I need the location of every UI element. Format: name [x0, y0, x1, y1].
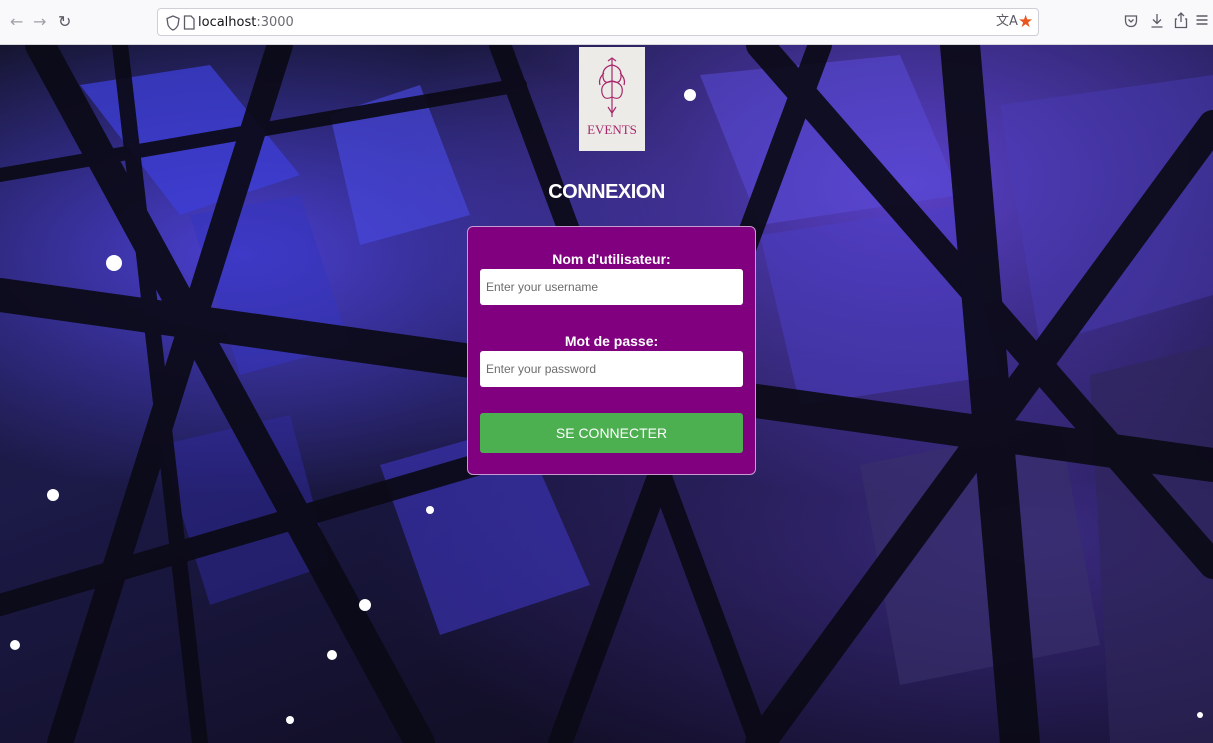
username-label: Nom d'utilisateur: — [552, 251, 671, 267]
back-icon[interactable]: ← — [10, 12, 23, 32]
forward-icon[interactable]: → — [33, 12, 46, 32]
browser-toolbar: ← → ↻ localhost:3000 文A ★ — [0, 0, 1213, 45]
username-input[interactable] — [480, 269, 743, 305]
events-logo: EVENTS — [579, 47, 645, 151]
login-button[interactable]: SE CONNECTER — [480, 413, 743, 453]
password-input[interactable] — [480, 351, 743, 387]
translate-icon[interactable]: 文A — [996, 12, 1018, 32]
menu-icon[interactable] — [1196, 14, 1208, 26]
reload-icon[interactable]: ↻ — [58, 12, 71, 32]
download-icon[interactable] — [1150, 13, 1164, 29]
share-icon[interactable] — [1174, 12, 1188, 29]
bookmark-star-icon[interactable]: ★ — [1018, 12, 1033, 32]
browser-window: ← → ↻ localhost:3000 文A ★ EVENTS CONNEXI… — [0, 0, 1213, 743]
password-label: Mot de passe: — [564, 333, 659, 349]
ornament-icon — [598, 57, 626, 117]
logo-text: EVENTS — [587, 122, 637, 137]
page-icon — [183, 15, 195, 30]
url-text[interactable]: localhost:3000 — [198, 15, 294, 30]
page-title: CONNEXION — [548, 181, 665, 203]
pocket-icon[interactable] — [1124, 14, 1138, 28]
shield-icon[interactable] — [166, 15, 180, 31]
login-form: Nom d'utilisateur: Mot de passe: SE CONN… — [467, 226, 756, 475]
address-bar[interactable]: localhost:3000 文A ★ — [157, 8, 1039, 36]
